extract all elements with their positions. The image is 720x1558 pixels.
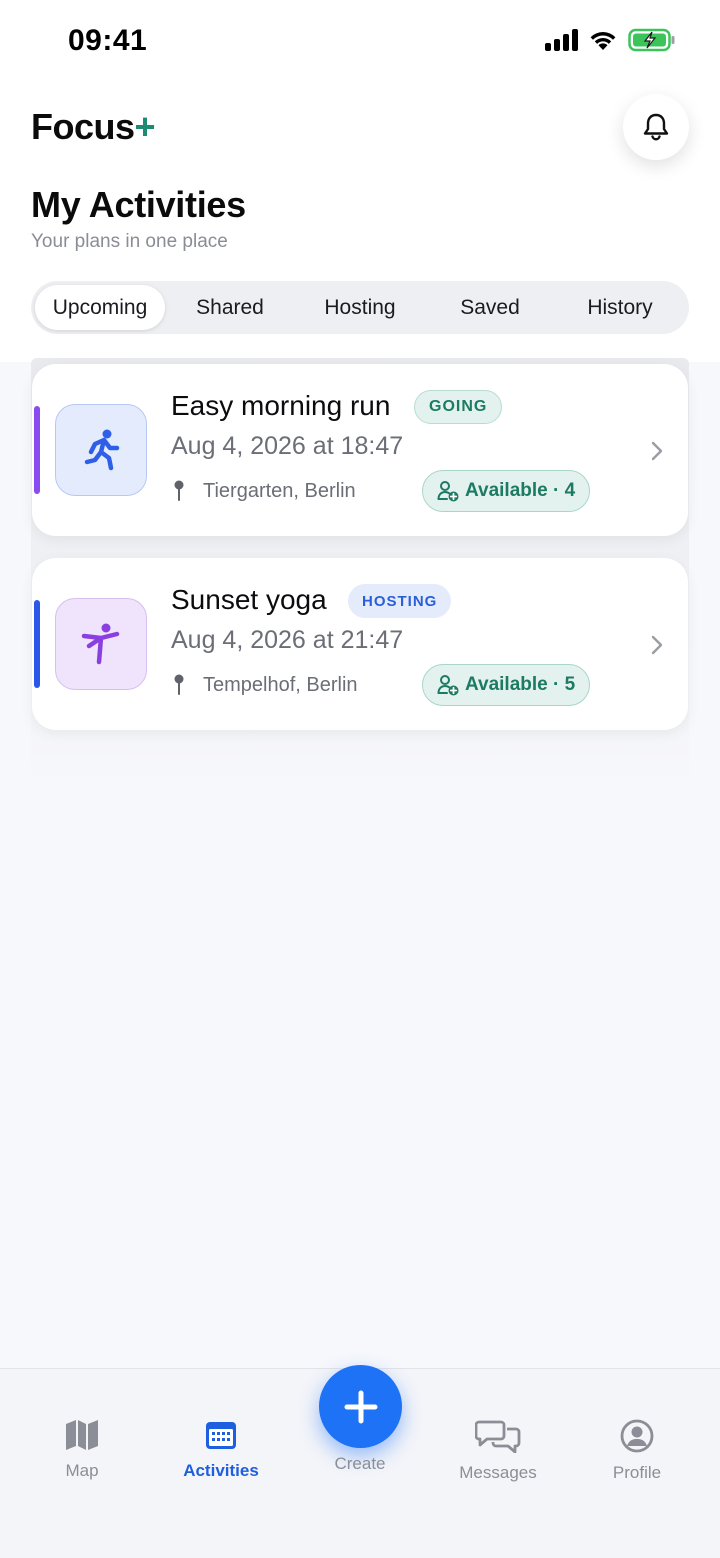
nav-activities-label: Activities — [183, 1461, 259, 1480]
wifi-icon — [588, 29, 618, 51]
nav-messages[interactable]: Messages — [438, 1419, 558, 1483]
status-bar: 09:41 — [0, 0, 720, 82]
activity-title: Sunset yoga — [171, 584, 327, 615]
calendar-icon — [206, 1422, 236, 1449]
nav-messages-label: Messages — [459, 1463, 537, 1482]
page-title: My Activities — [31, 184, 246, 225]
status-icons — [545, 28, 676, 52]
activity-datetime: Aug 4, 2026 at 21:47 — [171, 626, 404, 654]
activity-location: Tiergarten, Berlin — [203, 480, 356, 502]
running-icon — [55, 404, 147, 496]
card-accent-bar — [34, 406, 40, 494]
tab-upcoming[interactable]: Upcoming — [35, 285, 165, 330]
status-badge: GOING — [414, 390, 503, 424]
battery-charging-icon — [628, 28, 676, 52]
add-person-icon — [437, 675, 459, 696]
location-pin-icon — [174, 674, 184, 695]
logo-plus: + — [134, 106, 156, 147]
status-time: 09:41 — [68, 24, 148, 57]
yoga-icon — [55, 598, 147, 690]
create-label: Create — [334, 1454, 386, 1473]
activity-card[interactable]: Sunset yoga HOSTING Aug 4, 2026 at 21:47… — [32, 558, 688, 730]
cellular-signal-icon — [545, 29, 578, 51]
availability-label: Available · 5 — [465, 674, 576, 695]
tab-hosting[interactable]: Hosting — [295, 285, 425, 330]
availability-label: Available · 4 — [465, 480, 576, 501]
availability-pill[interactable]: Available · 5 — [422, 664, 591, 706]
activity-title: Easy morning run — [171, 390, 391, 421]
tab-history[interactable]: History — [555, 285, 685, 330]
bell-icon — [643, 113, 669, 141]
chevron-right-icon — [651, 441, 663, 461]
tab-shared[interactable]: Shared — [165, 285, 295, 330]
profile-icon — [620, 1419, 654, 1453]
app-logo: Focus+ — [31, 106, 156, 148]
logo-text: Focus — [31, 106, 135, 147]
activity-datetime: Aug 4, 2026 at 18:47 — [171, 432, 404, 460]
map-icon — [66, 1420, 98, 1450]
plus-icon — [344, 1390, 377, 1423]
chevron-right-icon — [651, 635, 663, 655]
nav-profile[interactable]: Profile — [577, 1419, 697, 1483]
nav-map-label: Map — [65, 1461, 99, 1480]
nav-activities[interactable]: Activities — [161, 1419, 281, 1481]
add-person-icon — [437, 481, 459, 502]
activity-location: Tempelhof, Berlin — [203, 674, 358, 696]
segmented-tabs: Upcoming Shared Hosting Saved History — [31, 281, 689, 334]
nav-map[interactable]: Map — [22, 1419, 142, 1481]
create-button[interactable] — [319, 1365, 402, 1448]
availability-pill[interactable]: Available · 4 — [422, 470, 591, 512]
tab-saved[interactable]: Saved — [425, 285, 555, 330]
chat-bubbles-icon — [475, 1420, 521, 1453]
location-pin-icon — [174, 480, 184, 501]
page-subtitle: Your plans in one place — [31, 231, 228, 252]
notifications-button[interactable] — [623, 94, 689, 160]
activity-card[interactable]: Easy morning run GOING Aug 4, 2026 at 18… — [32, 364, 688, 536]
card-accent-bar — [34, 600, 40, 688]
status-badge: HOSTING — [348, 584, 452, 618]
nav-profile-label: Profile — [612, 1463, 662, 1482]
